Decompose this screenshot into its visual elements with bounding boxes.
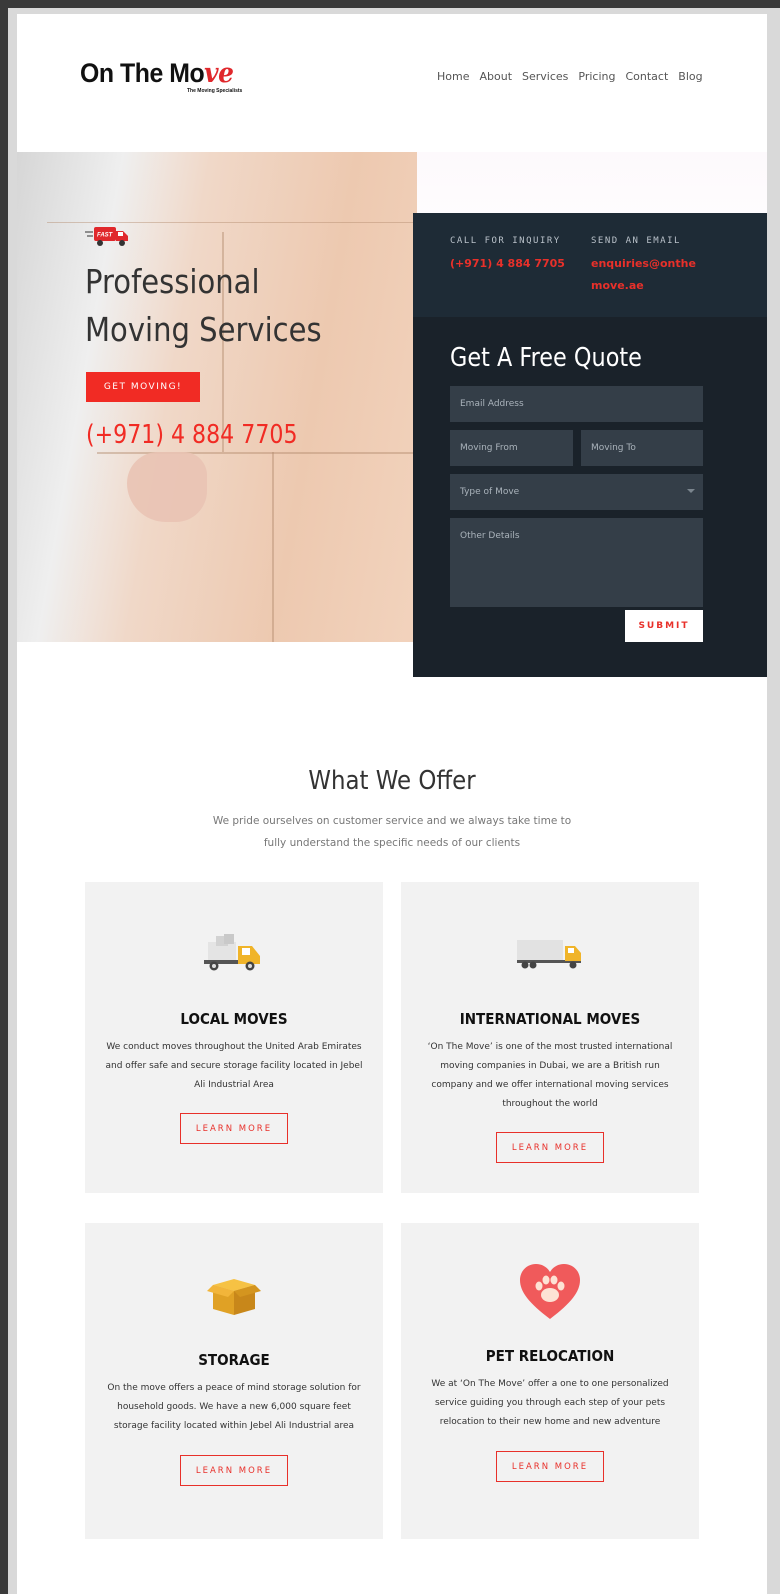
email-value[interactable]: enquiries@onthemove.ae (591, 253, 703, 297)
card-title: PET RELOCATION (485, 1347, 615, 1365)
card-title: INTERNATIONAL MOVES (459, 1010, 641, 1028)
email-label: SEND AN EMAIL (591, 236, 681, 246)
card-international-moves: INTERNATIONAL MOVES ‘On The Move’ is one… (401, 882, 699, 1193)
logo-wordmark: On The Move (80, 58, 234, 89)
card-text: We at ‘On The Move’ offer a one to one p… (431, 1379, 669, 1427)
offer-subtitle: We pride ourselves on customer service a… (212, 815, 572, 849)
get-moving-button[interactable]: GET MOVING! (86, 372, 200, 402)
logo[interactable]: On The Move The Moving Specialists (80, 58, 247, 94)
nav-home[interactable]: Home (437, 70, 469, 83)
nav-contact[interactable]: Contact (625, 70, 668, 83)
submit-button[interactable]: SUBMIT (625, 610, 703, 642)
fast-badge-text: FAST (97, 233, 114, 239)
type-of-move-value: Type of Move (460, 487, 520, 497)
nav-about[interactable]: About (479, 70, 512, 83)
container-truck-icon (401, 936, 699, 970)
moving-from-input[interactable] (450, 430, 573, 466)
learn-more-button[interactable]: LEARN MORE (496, 1132, 604, 1163)
card-text: We conduct moves throughout the United A… (105, 1042, 363, 1090)
contact-strip: CALL FOR INQUIRY (+971) 4 884 7705 SEND … (413, 213, 767, 317)
logo-tagline: The Moving Specialists (187, 88, 243, 94)
fast-truck-icon: FAST (85, 227, 128, 246)
type-of-move-select[interactable]: Type of Move (450, 474, 703, 510)
card-local-moves: LOCAL MOVES We conduct moves throughout … (85, 882, 383, 1193)
call-label: CALL FOR INQUIRY (450, 236, 561, 246)
quote-form: Get A Free Quote Type of Move SUBMIT (413, 317, 767, 677)
nav-pricing[interactable]: Pricing (578, 70, 615, 83)
call-value[interactable]: (+971) 4 884 7705 (450, 253, 565, 275)
hero-title: Professional Moving Services (85, 262, 322, 349)
box-icon (85, 1277, 383, 1317)
other-details-textarea[interactable] (450, 518, 703, 607)
card-text: ‘On The Move’ is one of the most trusted… (427, 1042, 673, 1109)
nav-blog[interactable]: Blog (678, 70, 702, 83)
hero-phone[interactable]: (+971) 4 884 7705 (86, 420, 298, 450)
quote-title: Get A Free Quote (450, 343, 642, 373)
card-pet-relocation: PET RELOCATION We at ‘On The Move’ offer… (401, 1223, 699, 1539)
chevron-down-icon (687, 489, 695, 493)
hand-shape (127, 452, 207, 522)
email-input[interactable] (450, 386, 703, 422)
page: On The Move The Moving Specialists Home … (17, 14, 767, 1594)
moving-to-input[interactable] (581, 430, 703, 466)
learn-more-button[interactable]: LEARN MORE (180, 1113, 288, 1144)
learn-more-button[interactable]: LEARN MORE (180, 1455, 288, 1486)
card-title: LOCAL MOVES (180, 1010, 288, 1028)
card-text: On the move offers a peace of mind stora… (107, 1383, 361, 1431)
main-nav: Home About Services Pricing Contact Blog (437, 70, 713, 83)
paw-heart-icon (401, 1263, 699, 1321)
offer-title: What We Offer (308, 766, 476, 796)
nav-services[interactable]: Services (522, 70, 568, 83)
card-title: STORAGE (198, 1351, 270, 1369)
local-truck-icon (85, 932, 383, 974)
card-storage: STORAGE On the move offers a peace of mi… (85, 1223, 383, 1539)
learn-more-button[interactable]: LEARN MORE (496, 1451, 604, 1482)
hero-boxes-image (17, 152, 417, 642)
